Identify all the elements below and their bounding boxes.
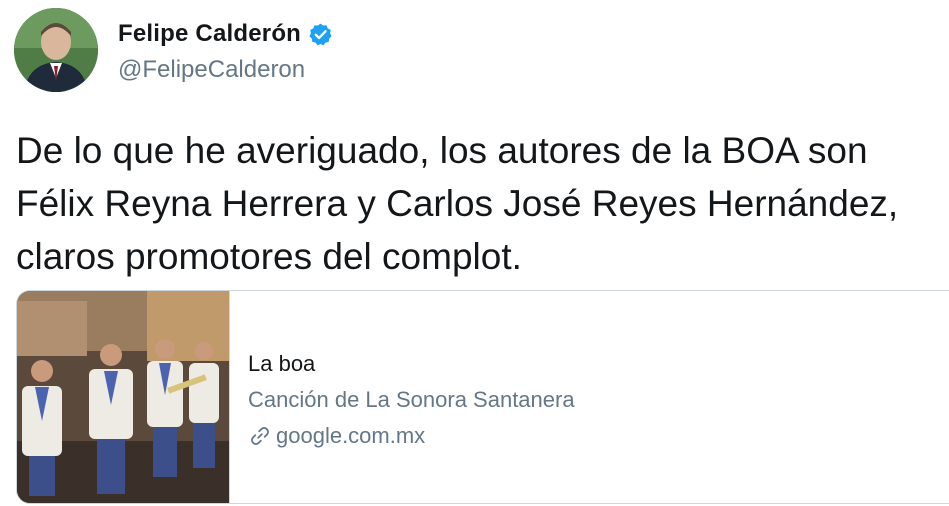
card-thumbnail[interactable] [17, 291, 230, 503]
link-card[interactable]: La boa Canción de La Sonora Santanera go… [16, 290, 949, 504]
band-performing-on-stage-image [17, 291, 229, 503]
card-title: La boa [248, 351, 316, 376]
tweet: Felipe Calderón @FelipeCalderon De lo qu… [0, 0, 949, 506]
card-description: Canción de La Sonora Santanera [248, 387, 575, 412]
name-row: Felipe Calderón [118, 20, 333, 48]
tweet-header: Felipe Calderón @FelipeCalderon [14, 8, 333, 92]
verified-badge-icon [308, 22, 333, 47]
card-domain: google.com.mx [248, 421, 575, 451]
display-name[interactable]: Felipe Calderón [118, 20, 301, 48]
tweet-text: De lo que he averiguado, los autores de … [16, 130, 899, 277]
user-handle[interactable]: @FelipeCalderon [118, 56, 333, 84]
avatar-image [14, 8, 98, 92]
author-names: Felipe Calderón @FelipeCalderon [118, 20, 333, 84]
link-icon [248, 424, 272, 448]
avatar[interactable] [14, 8, 98, 92]
card-domain-text: google.com.mx [276, 423, 426, 448]
card-info: La boa Canción de La Sonora Santanera go… [230, 291, 575, 503]
